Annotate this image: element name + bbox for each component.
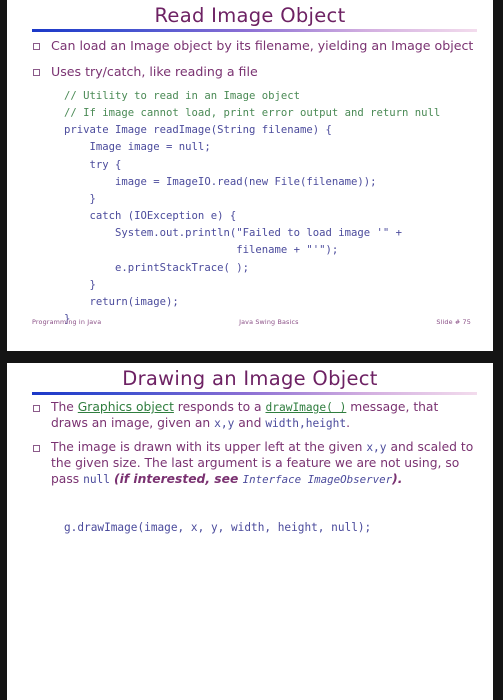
bullet-text: Can load an Image object by its filename…: [51, 38, 474, 53]
code-line: private Image readImage(String filename)…: [64, 124, 332, 137]
text-run-plain: and: [234, 415, 266, 430]
bullet-list: Can load an Image object by its filename…: [7, 38, 493, 89]
bullet-text: The Graphics object responds to a drawIm…: [51, 400, 438, 430]
code-line: catch (IOException e) {: [64, 210, 237, 223]
code-line: image = ImageIO.read(new File(filename))…: [64, 175, 377, 188]
slide-footer: Programming in Java Java Swing Basics Sl…: [32, 318, 471, 326]
title-divider-rule: [32, 29, 477, 32]
list-item: The image is drawn with its upper left a…: [7, 440, 493, 488]
text-run-link-mono[interactable]: drawImage( ): [266, 401, 347, 414]
list-item: Uses try/catch, like reading a file: [7, 64, 493, 81]
code-block: g.drawImage(image, x, y, width, height, …: [64, 519, 371, 537]
list-item: Can load an Image object by its filename…: [7, 38, 493, 55]
footer-course-label: Programming in Java: [32, 318, 102, 326]
code-comment-line: // Utility to read in an Image object: [64, 90, 300, 102]
page-title: Drawing an Image Object: [122, 367, 378, 390]
text-run-link[interactable]: Graphics object: [78, 400, 174, 414]
code-line: e.printStackTrace( );: [64, 261, 249, 274]
title-divider-rule: [32, 392, 477, 395]
code-line: g.drawImage(image, x, y, width, height, …: [64, 521, 372, 534]
text-run-plain: .: [346, 415, 351, 430]
square-bullet-icon: [33, 405, 40, 412]
bullet-text: Uses try/catch, like reading a file: [51, 63, 258, 79]
bullet-list: The Graphics object responds to a drawIm…: [7, 400, 493, 496]
text-run-mono: width,height: [265, 416, 347, 430]
text-run-plain: The: [51, 400, 78, 414]
code-comment-line: // If image cannot load, print error out…: [64, 107, 441, 120]
code-line: }: [64, 192, 96, 205]
code-line: filename + "'");: [64, 244, 339, 257]
footer-topic-label: Java Swing Basics: [239, 318, 299, 326]
square-bullet-icon: [33, 43, 40, 50]
text-run-plain: responds to a: [173, 400, 266, 414]
code-line: System.out.println("Failed to load image…: [64, 227, 403, 240]
square-bullet-icon: [33, 68, 40, 76]
footer-slide-number: Slide # 75: [436, 318, 471, 326]
text-run-italic: (if interested, see: [113, 471, 243, 486]
code-line: try {: [64, 158, 122, 171]
code-line: Image image = null;: [64, 141, 211, 154]
text-run-mono: x,y: [214, 416, 235, 430]
slide-deck: Read Image Object Can load an Image obje…: [0, 0, 503, 700]
text-run-italic: ).: [392, 471, 403, 486]
code-line: }: [64, 278, 96, 291]
code-block: // Utility to read in an Image object //…: [64, 88, 440, 328]
text-run-mono: null: [83, 472, 111, 486]
text-run-italic-mono: Interface ImageObserver: [242, 472, 393, 486]
bullet-text: The image is drawn with its upper left a…: [51, 440, 473, 486]
square-bullet-icon: [33, 444, 40, 452]
slide-read-image-object: Read Image Object Can load an Image obje…: [7, 0, 493, 351]
list-item: The Graphics object responds to a drawIm…: [7, 400, 493, 432]
text-run-mono: x,y: [366, 440, 387, 454]
slide-drawing-an-image-object: Drawing an Image Object The Graphics obj…: [7, 363, 493, 700]
code-line: return(image);: [64, 295, 179, 308]
text-run-plain: The image is drawn with its upper left a…: [51, 439, 367, 454]
page-title: Read Image Object: [154, 4, 346, 27]
